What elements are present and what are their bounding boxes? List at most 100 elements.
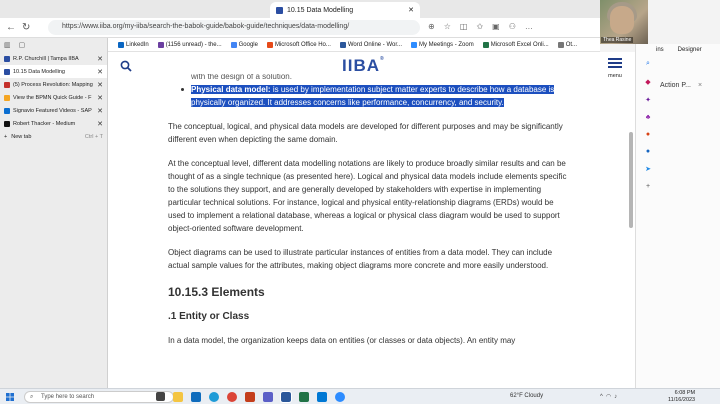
refresh-icon[interactable]: ↻ — [22, 22, 36, 33]
close-tab-icon[interactable]: ✕ — [97, 55, 103, 63]
vertical-tab-item[interactable]: R.P. Churchill | Tampa IIBA ✕ — [0, 52, 107, 65]
new-tab-button[interactable]: + New tab Ctrl + T — [0, 130, 107, 143]
logo-text: IIBA — [342, 56, 380, 75]
chrome-icon[interactable] — [227, 392, 237, 402]
back-icon[interactable]: ← — [6, 22, 22, 33]
side-panel-close-icon[interactable]: × — [698, 82, 702, 89]
address-bar: ←↻ https://www.iiba.org/my-iiba/search-t… — [0, 18, 600, 38]
subsection-heading: .1 Entity or Class — [168, 311, 250, 322]
taskbar-clock[interactable]: 6:08 PM 11/16/2023 — [668, 390, 695, 404]
windows-start-icon[interactable] — [6, 393, 14, 401]
teams-icon[interactable] — [263, 392, 273, 402]
plus-icon: + — [4, 133, 8, 140]
tools-icon[interactable]: ✦ — [645, 96, 651, 104]
outlook-icon[interactable]: ● — [646, 148, 650, 155]
add-sidebar-icon[interactable]: + — [646, 183, 650, 190]
bookmark-item[interactable]: Word Online - Wor... — [339, 41, 402, 48]
vertical-tab-item[interactable]: View the BPMN Quick Guide - F ✕ — [0, 91, 107, 104]
vertical-tabs-toolbar: ▥ ▢ — [0, 38, 107, 52]
new-tab-shortcut: Ctrl + T — [84, 133, 103, 140]
vertical-tab-title: Robert Thacker - Medium — [13, 120, 76, 127]
paragraph-2: At the conceptual level, different data … — [168, 159, 567, 233]
bookmark-item[interactable]: (1156 unread) - the... — [157, 41, 222, 48]
clock-date: 11/16/2023 — [668, 397, 696, 403]
mail-icon[interactable] — [191, 392, 201, 402]
browser-tab-active[interactable]: 10.15 Data Modelling ✕ — [270, 2, 420, 18]
bookmark-item[interactable]: My Meetings - Zoom — [411, 41, 474, 48]
meeting-video-tile: Thea Rasine — [600, 0, 648, 44]
nav-buttons: ←↻ — [6, 22, 36, 33]
collections-icon[interactable]: ▣ — [492, 22, 509, 31]
tab-favicon-icon — [4, 94, 10, 101]
more-icon[interactable]: … — [525, 22, 542, 31]
paragraph-3: Object diagrams can be used to illustrat… — [168, 248, 553, 270]
taskbar-search-icon: ⌕ — [30, 394, 34, 400]
file-explorer-icon[interactable] — [173, 392, 183, 402]
ribbon-tab-designer[interactable]: Designer — [678, 47, 702, 53]
close-tab-icon[interactable]: ✕ — [97, 120, 103, 128]
cutoff-text: with the design of a solution. — [191, 74, 292, 81]
bookmark-item[interactable]: LinkedIn — [118, 41, 149, 48]
tab-favicon-icon — [4, 81, 10, 88]
bookmark-item[interactable]: Ot... — [557, 41, 577, 48]
new-tab-label: New tab — [11, 133, 32, 140]
powerpoint-icon[interactable] — [245, 392, 255, 402]
volume-icon[interactable]: ♪ — [614, 394, 620, 400]
network-icon[interactable]: ◠ — [606, 394, 614, 400]
sidebar-icons: ⌕ ◆ ✦ ♣ ● ● ➤ + — [643, 60, 653, 190]
bullet-dot — [181, 88, 184, 91]
search-icon[interactable] — [120, 60, 132, 72]
windows-taskbar: ⌕ Type here to search 62°F Cloudy ^◠♪ 6:… — [0, 388, 720, 404]
excel-icon[interactable] — [299, 392, 309, 402]
office-icon[interactable]: ● — [646, 131, 650, 138]
bookmark-item[interactable]: Microsoft Office Ho... — [266, 41, 331, 48]
scrollbar-thumb[interactable] — [629, 132, 633, 228]
page-scrollbar[interactable] — [627, 72, 635, 382]
zoom-app-icon[interactable] — [335, 392, 345, 402]
shopping-icon[interactable]: ◆ — [645, 78, 650, 86]
browser-title-bar: 10.15 Data Modelling ✕ — [0, 0, 600, 18]
ribbon-tab-ins[interactable]: ins — [656, 47, 664, 53]
close-tab-icon[interactable]: ✕ — [97, 107, 103, 115]
bookmark-label: LinkedIn — [126, 41, 149, 48]
menu-button[interactable]: menu — [605, 56, 625, 79]
tab-actions-icon[interactable]: ▥ — [4, 41, 11, 49]
weather-widget[interactable]: 62°F Cloudy — [510, 393, 543, 399]
bookmark-favicon-icon — [230, 41, 237, 48]
extensions-icon[interactable]: ⚇ — [509, 22, 525, 31]
search-sidebar-icon[interactable]: ⌕ — [646, 60, 650, 68]
edge-icon[interactable] — [209, 392, 219, 402]
bookmark-favicon-icon — [266, 41, 273, 48]
close-tab-icon[interactable]: ✕ — [97, 68, 103, 76]
word-icon[interactable] — [280, 391, 292, 403]
vertical-tab-item[interactable]: 10.15 Data Modelling ✕ — [0, 65, 107, 78]
ribbon-tabs: ins Designer — [648, 44, 720, 56]
workspaces-icon[interactable]: ▢ — [19, 41, 26, 49]
games-icon[interactable]: ♣ — [646, 114, 651, 121]
send-icon[interactable]: ➤ — [645, 165, 651, 173]
vertical-tab-item[interactable]: (5) Process Revolution: Mapping ✕ — [0, 78, 107, 91]
vertical-tab-title: R.P. Churchill | Tampa IIBA — [13, 55, 79, 62]
iiba-logo[interactable]: IIBA® — [342, 56, 385, 76]
bookmark-favicon-icon — [118, 41, 124, 48]
vertical-tab-title: View the BPMN Quick Guide - F — [13, 94, 92, 101]
bookmark-label: Google — [238, 41, 258, 48]
zoom-icon[interactable]: ⊕ — [428, 22, 444, 31]
favorites-bar-icon[interactable]: ✩ — [476, 22, 492, 31]
vertical-tabs-panel: ▥ ▢ R.P. Churchill | Tampa IIBA ✕ 10.15 Da… — [0, 38, 108, 388]
favorite-icon[interactable]: ☆ — [444, 22, 460, 31]
task-view-icon[interactable] — [156, 392, 165, 401]
url-field[interactable]: https://www.iiba.org/my-iiba/search-the-… — [48, 20, 420, 35]
taskbar-search-box[interactable]: ⌕ Type here to search — [24, 391, 174, 403]
split-icon[interactable]: ◫ — [460, 22, 477, 31]
bookmark-item[interactable]: Google — [230, 41, 258, 48]
tab-favicon-icon — [4, 68, 10, 75]
bookmark-label: Microsoft Excel Onli... — [490, 41, 549, 48]
close-tab-icon[interactable]: ✕ — [97, 94, 103, 102]
vertical-tab-item[interactable]: Robert Thacker - Medium ✕ — [0, 117, 107, 130]
vertical-tab-item[interactable]: Signavio Featured Videos - SAP ✕ — [0, 104, 107, 117]
close-tab-icon[interactable]: ✕ — [97, 81, 103, 89]
bookmark-item[interactable]: Microsoft Excel Onli... — [482, 41, 549, 48]
close-tab-icon[interactable]: ✕ — [408, 6, 414, 14]
outlook-taskbar-icon[interactable] — [317, 392, 327, 402]
